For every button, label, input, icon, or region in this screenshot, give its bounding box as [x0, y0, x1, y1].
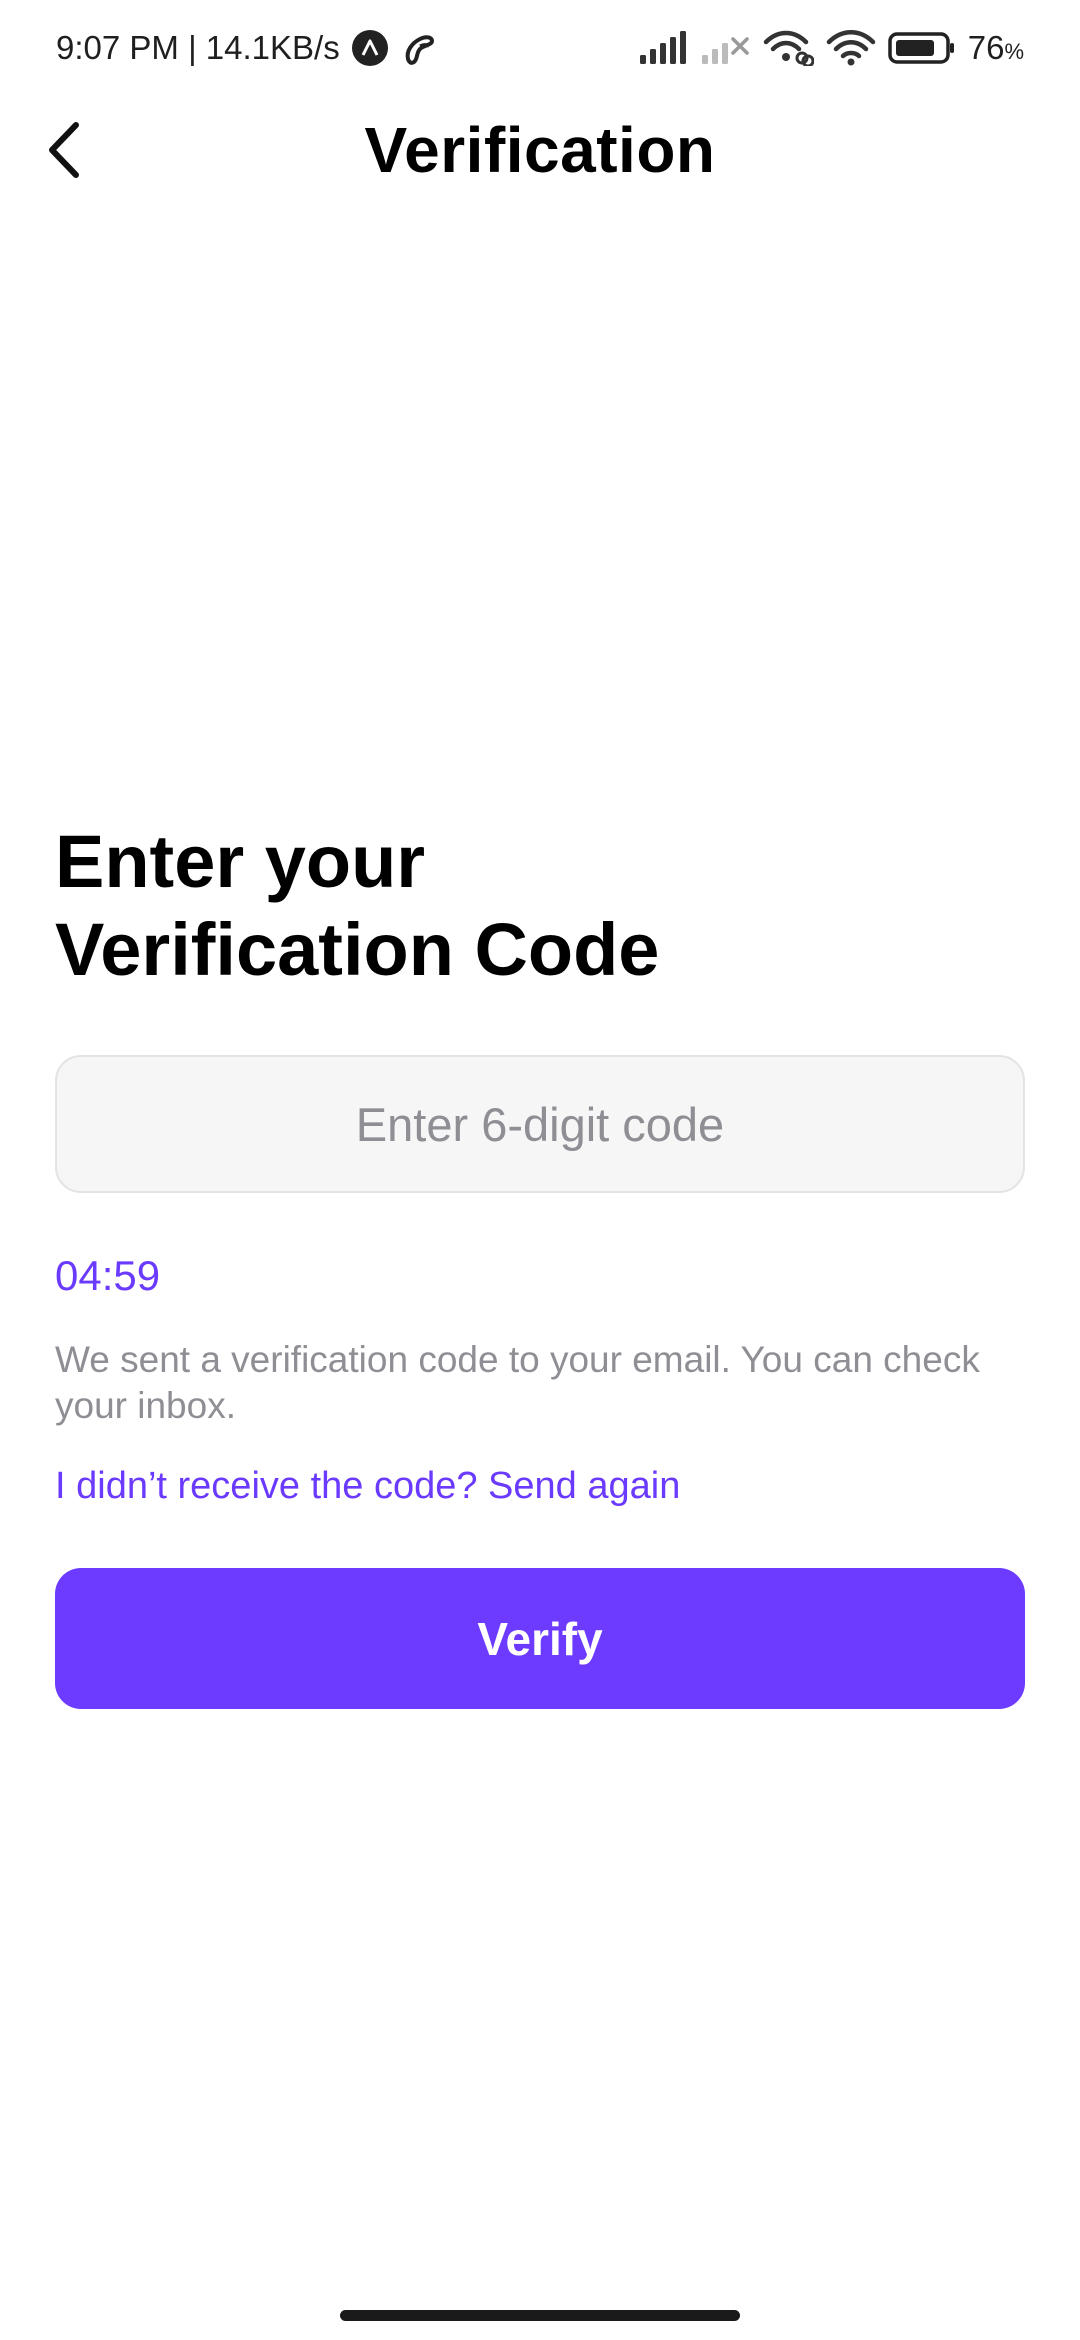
status-left: 9:07 PM | 14.1KB/s: [56, 29, 438, 67]
battery-percent: 76%: [967, 29, 1024, 66]
cell-signal-off-icon: [700, 31, 750, 65]
wifi-icon: [826, 30, 876, 66]
status-right: 76%: [638, 29, 1024, 67]
info-text: We sent a verification code to your emai…: [55, 1339, 980, 1426]
back-button[interactable]: [32, 120, 96, 184]
heading-line-2: Verification Code: [55, 908, 660, 991]
verification-heading: Enter your Verification Code: [55, 818, 1015, 994]
status-time-speed: 9:07 PM | 14.1KB/s: [56, 29, 340, 66]
chevron-left-icon: [44, 121, 84, 184]
wifi-link-icon: [762, 30, 814, 66]
verification-code-input[interactable]: [55, 1055, 1025, 1193]
verification-screen: 9:07 PM | 14.1KB/s 76% Verification Ente…: [0, 0, 1080, 2340]
verify-button[interactable]: Verify: [55, 1568, 1025, 1709]
page-title: Verification: [364, 114, 716, 186]
battery-unit: %: [1004, 39, 1024, 64]
countdown-timer: 04:59: [55, 1252, 161, 1299]
header: Verification: [0, 100, 1080, 200]
app-a-icon: [351, 30, 388, 66]
cell-signal-icon: [638, 31, 688, 65]
battery-icon: [887, 31, 956, 65]
heading-line-1: Enter your: [55, 820, 426, 903]
status-bar: 9:07 PM | 14.1KB/s 76%: [0, 0, 1080, 96]
home-indicator[interactable]: [340, 2310, 740, 2321]
resend-code-link[interactable]: I didn’t receive the code? Send again: [55, 1465, 680, 1508]
phone-app-icon: [400, 29, 438, 67]
